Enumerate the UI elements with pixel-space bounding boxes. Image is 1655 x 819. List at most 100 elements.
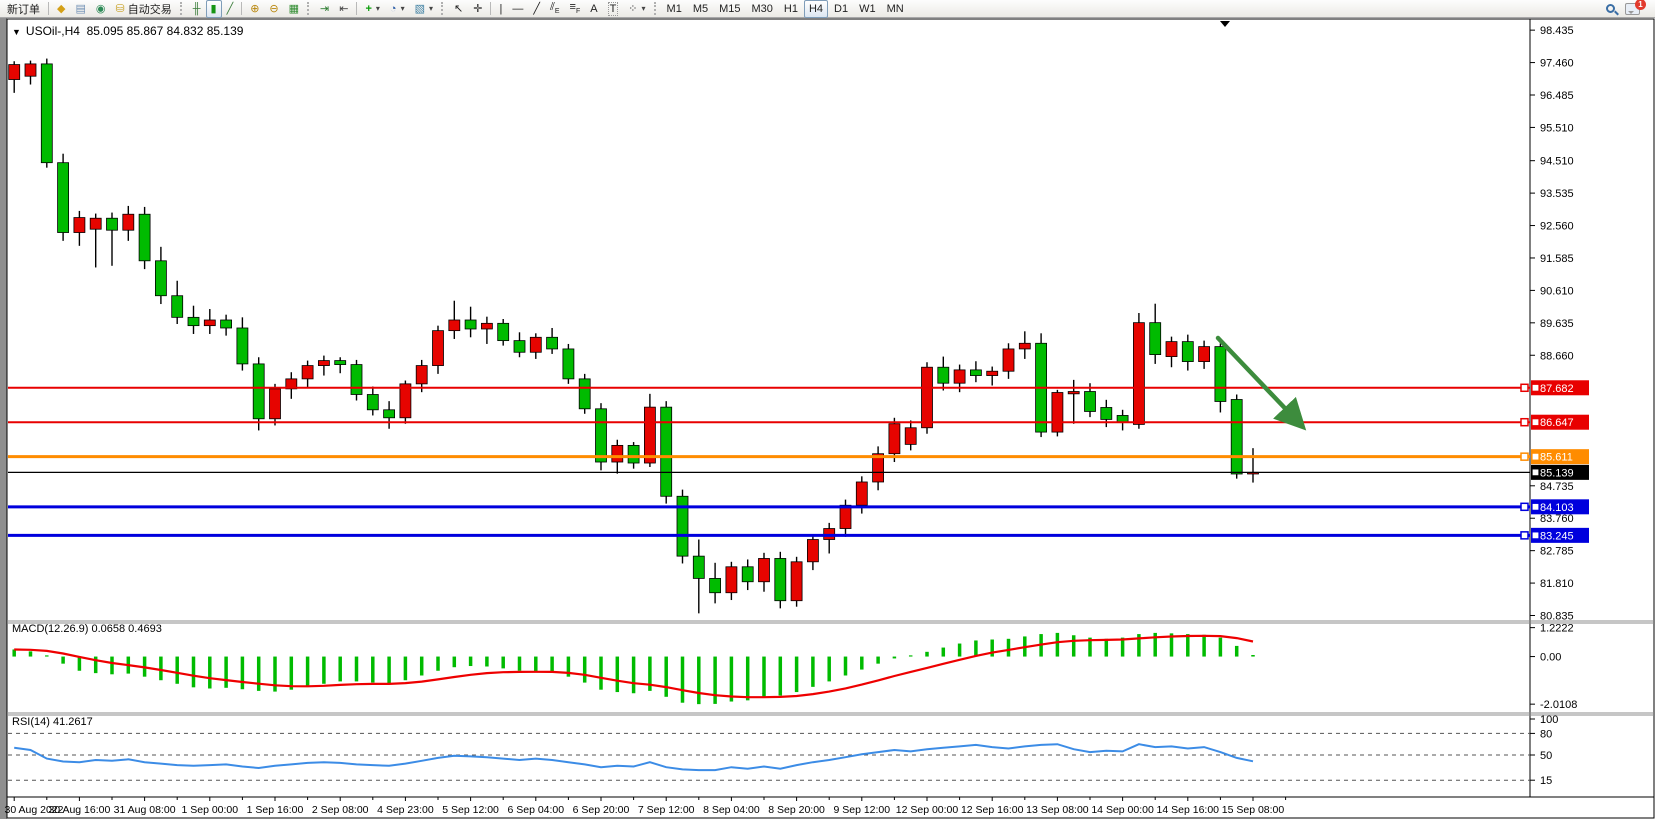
trendline-button[interactable]: ╱: [528, 0, 545, 18]
price-tick-label: 82.785: [1540, 546, 1574, 558]
fibonacci-icon: ≡F: [570, 1, 581, 15]
zoom-in-button[interactable]: ⊕: [245, 0, 264, 18]
horizontal-line-button[interactable]: —: [507, 0, 528, 18]
candle: [579, 374, 590, 414]
channel-button[interactable]: ⫽E: [545, 0, 565, 18]
hline-handle[interactable]: [1521, 384, 1528, 391]
time-axis-label: 6 Sep 20:00: [573, 804, 630, 816]
bar-chart-type-button[interactable]: ╫: [188, 0, 206, 18]
candle: [41, 59, 52, 168]
trading-platform-window: { "toolbar": { "new_order_label": "新订单",…: [0, 0, 1655, 819]
hline-handle[interactable]: [1521, 532, 1528, 539]
hline-handle[interactable]: [1521, 419, 1528, 426]
bar-chart-icon: ╫: [193, 3, 201, 15]
collapse-toggle-icon[interactable]: ▼: [12, 27, 21, 37]
hline-handle[interactable]: [1521, 503, 1528, 510]
auto-scroll-button[interactable]: ⇥: [315, 0, 334, 18]
periods-button[interactable]: ◔▾: [385, 0, 410, 18]
time-axis-label: 4 Sep 23:00: [377, 804, 434, 816]
profiles-icon: ▤: [75, 2, 85, 15]
price-tick-label: 83.760: [1540, 513, 1574, 525]
horizontal-line-icon: —: [512, 3, 523, 15]
price-line-label-text: 87.682: [1540, 383, 1574, 395]
tile-windows-icon: ▦: [289, 2, 299, 15]
chevron-down-icon: ▾: [401, 4, 405, 13]
chart-symbol-period: USOil-,H4: [26, 24, 80, 38]
shapes-button[interactable]: ⁘▾: [623, 0, 650, 18]
label-marker: [1533, 504, 1538, 509]
candlestick-chart-type-button[interactable]: ▮: [206, 0, 222, 18]
timeframe-button-m5[interactable]: M5: [688, 0, 713, 18]
candlestick-icon: ▮: [211, 2, 217, 15]
time-axis-label: 6 Sep 04:00: [507, 804, 564, 816]
time-axis-label: 14 Sep 16:00: [1157, 804, 1220, 816]
line-chart-type-button[interactable]: ╱: [222, 0, 239, 18]
main-toolbar: 新订单 ◆ ▤ ◉ ⛁ 自动交易 ╫ ▮ ╱ ⊕ ⊖ ▦ ⇥ ⇤ +▾ ◔▾ ▧…: [0, 0, 1655, 18]
price-tick-label: 94.510: [1540, 156, 1574, 168]
price-tick-label: 95.510: [1540, 122, 1574, 134]
market-watch-button[interactable]: ◉: [91, 0, 111, 18]
price-tick-label: 92.560: [1540, 221, 1574, 233]
price-tick-label: 81.810: [1540, 578, 1574, 590]
candle: [58, 154, 69, 241]
price-tick-label: 98.435: [1540, 25, 1574, 37]
time-axis-label: 31 Aug 08:00: [114, 804, 176, 816]
chart-canvas[interactable]: 98.43597.46096.48595.51094.51093.53592.5…: [0, 0, 1655, 819]
template-icon: ▧: [415, 2, 425, 15]
timeframe-button-w1[interactable]: W1: [854, 0, 881, 18]
timeframe-button-mn[interactable]: MN: [882, 0, 909, 18]
templates-button[interactable]: ▧▾: [410, 0, 438, 18]
text-button[interactable]: A: [585, 0, 602, 18]
toolbar-grip: [180, 2, 185, 15]
timeframe-button-m1[interactable]: M1: [662, 0, 687, 18]
fibonacci-button[interactable]: ≡F: [565, 0, 586, 18]
time-axis-label: 1 Sep 16:00: [247, 804, 304, 816]
toolbar-grip: [307, 2, 312, 15]
chart-shift-button[interactable]: ⇤: [334, 0, 353, 18]
new-order-label: 新订单: [7, 1, 40, 17]
new-chart-button[interactable]: ◆: [52, 0, 70, 18]
toolbar-grip: [441, 2, 446, 15]
auto-scroll-icon: ⇥: [320, 2, 329, 15]
notifications-button[interactable]: 1: [1620, 0, 1645, 18]
indicators-add-icon: +: [365, 3, 371, 15]
crosshair-button[interactable]: ✛: [468, 0, 487, 18]
price-tick-label: 89.635: [1540, 318, 1574, 330]
toolbar-separator: [48, 2, 49, 15]
tile-windows-button[interactable]: ▦: [284, 0, 304, 18]
algo-trading-button[interactable]: ⛁ 自动交易: [110, 0, 176, 18]
vertical-line-button[interactable]: |: [494, 0, 507, 18]
hline-handle[interactable]: [1521, 453, 1528, 460]
shapes-arrows-icon: ⁘: [628, 2, 637, 15]
candle: [775, 552, 786, 609]
timeframe-button-d1[interactable]: D1: [829, 0, 853, 18]
timeframe-button-m15[interactable]: M15: [714, 0, 745, 18]
indicators-button[interactable]: +▾: [360, 0, 384, 18]
rsi-indicator-label: RSI(14) 41.2617: [12, 716, 93, 728]
text-label-button[interactable]: T: [603, 0, 624, 18]
zoom-out-icon: ⊖: [269, 2, 278, 15]
timeframe-button-h1[interactable]: H1: [779, 0, 803, 18]
rsi-tick-label: 50: [1540, 750, 1552, 762]
timeframe-button-h4[interactable]: H4: [804, 0, 828, 18]
time-axis-label: 7 Sep 12:00: [638, 804, 695, 816]
toolbar-separator: [356, 2, 357, 15]
time-axis-label: 14 Sep 00:00: [1091, 804, 1154, 816]
chevron-down-icon: ▾: [429, 4, 433, 13]
time-axis-label: 13 Sep 08:00: [1026, 804, 1089, 816]
cursor-button[interactable]: ↖: [449, 0, 468, 18]
price-line-label-text: 84.103: [1540, 502, 1574, 514]
timeframe-button-m30[interactable]: M30: [747, 0, 778, 18]
zoom-out-button[interactable]: ⊖: [264, 0, 283, 18]
signal-icon: ◉: [96, 2, 106, 15]
profiles-button[interactable]: ▤: [70, 0, 90, 18]
time-axis-label: 30 Aug 16:00: [48, 804, 110, 816]
new-order-button[interactable]: 新订单: [2, 0, 45, 18]
macd-tick-label: 1.2222: [1540, 623, 1574, 635]
new-chart-icon: ◆: [57, 2, 65, 15]
trendline-icon: ╱: [533, 2, 540, 15]
search-button[interactable]: [1601, 0, 1620, 18]
time-axis-label: 1 Sep 00:00: [181, 804, 238, 816]
price-line-label-text: 83.245: [1540, 530, 1574, 542]
rsi-tick-label: 100: [1540, 714, 1558, 726]
